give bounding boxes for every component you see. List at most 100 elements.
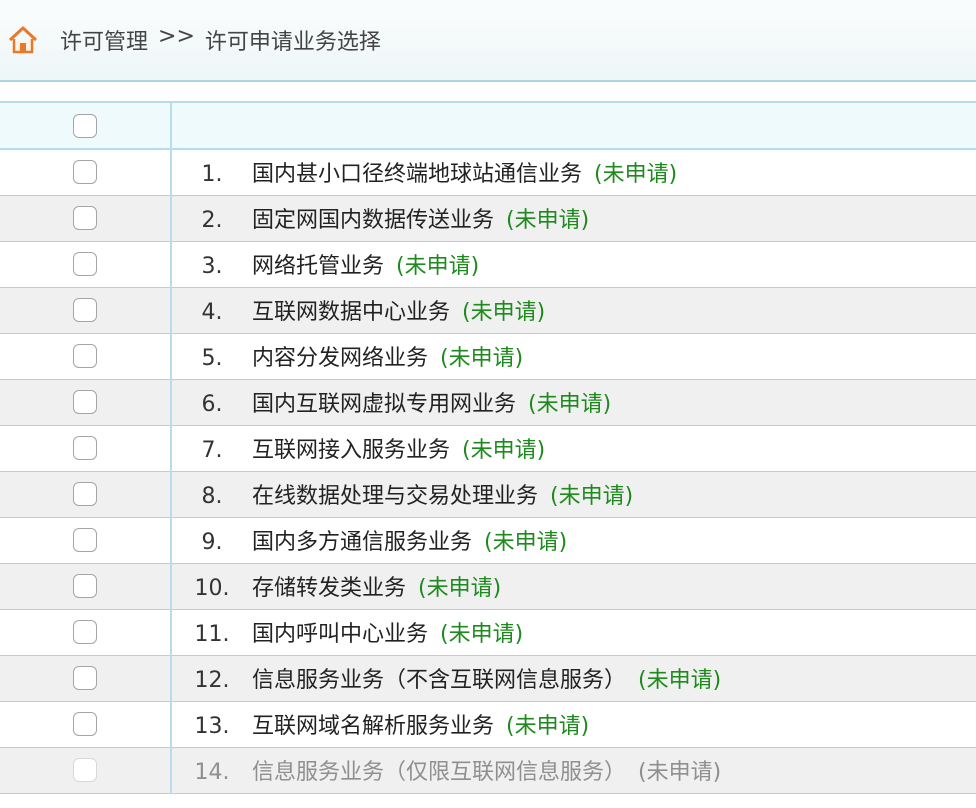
- business-name: 信息服务业务（不含互联网信息服务）: [252, 668, 627, 693]
- table-row: 8. 在线数据处理与交易处理业务 (未申请): [0, 471, 976, 517]
- table-row: 14. 信息服务业务（仅限互联网信息服务） (未申请): [0, 747, 976, 793]
- row-checkbox-cell: [0, 379, 172, 425]
- row-checkbox[interactable]: [73, 206, 97, 230]
- table-header-row: [0, 103, 976, 150]
- row-checkbox[interactable]: [73, 574, 97, 598]
- row-checkbox-cell: [0, 241, 172, 287]
- row-content-cell: 9. 国内多方通信服务业务 (未申请): [171, 517, 976, 563]
- table-row: 9. 国内多方通信服务业务 (未申请): [0, 517, 976, 563]
- row-checkbox[interactable]: [73, 620, 97, 644]
- table-row: 6. 国内互联网虚拟专用网业务 (未申请): [0, 379, 976, 425]
- row-checkbox[interactable]: [73, 390, 97, 414]
- row-number: 5.: [201, 346, 223, 371]
- breadcrumb-license-management[interactable]: 许可管理: [60, 24, 148, 56]
- row-checkbox-cell: [0, 425, 172, 471]
- page-header: 许可管理 >> 许可申请业务选择: [0, 0, 976, 82]
- business-name: 信息服务业务（仅限互联网信息服务）: [252, 760, 627, 785]
- row-checkbox[interactable]: [73, 482, 97, 506]
- row-checkbox[interactable]: [73, 298, 97, 322]
- row-checkbox-cell: [0, 471, 172, 517]
- application-status: (未申请): [638, 668, 722, 693]
- row-number: 4.: [201, 300, 223, 325]
- row-number: 2.: [201, 208, 223, 233]
- row-checkbox[interactable]: [73, 666, 97, 690]
- business-name: 互联网域名解析服务业务: [252, 714, 495, 739]
- row-checkbox-cell: [0, 747, 172, 793]
- row-checkbox[interactable]: [73, 160, 97, 185]
- table-row: 2. 固定网国内数据传送业务 (未申请): [0, 195, 976, 241]
- row-checkbox[interactable]: [73, 436, 97, 460]
- row-number: 3.: [201, 254, 223, 279]
- row-content-cell: 12. 信息服务业务（不含互联网信息服务） (未申请): [171, 655, 976, 701]
- home-icon[interactable]: [8, 26, 38, 54]
- row-content-cell: 6. 国内互联网虚拟专用网业务 (未申请): [171, 379, 976, 425]
- business-name: 网络托管业务: [252, 254, 385, 279]
- row-checkbox-cell: [0, 563, 172, 609]
- business-selection-table: 1. 国内甚小口径终端地球站通信业务 (未申请) 2. 固定网国内数据传送业务 (未申请)…: [0, 103, 976, 794]
- business-name: 内容分发网络业务: [252, 346, 429, 371]
- row-checkbox-cell: [0, 195, 172, 241]
- application-status: (未申请): [550, 484, 634, 509]
- table-row: 5. 内容分发网络业务 (未申请): [0, 333, 976, 379]
- business-name: 固定网国内数据传送业务: [252, 208, 495, 233]
- row-number: 8.: [201, 484, 223, 509]
- row-number: 7.: [201, 438, 223, 463]
- business-name: 国内呼叫中心业务: [252, 622, 429, 647]
- table-row: 1. 国内甚小口径终端地球站通信业务 (未申请): [0, 149, 976, 195]
- application-status: (未申请): [462, 300, 546, 325]
- table-row: 12. 信息服务业务（不含互联网信息服务） (未申请): [0, 655, 976, 701]
- header-empty-cell: [171, 103, 976, 150]
- business-name: 互联网接入服务业务: [252, 438, 451, 463]
- row-content-cell: 7. 互联网接入服务业务 (未申请): [171, 425, 976, 471]
- row-checkbox-cell: [0, 609, 172, 655]
- business-name: 互联网数据中心业务: [252, 300, 451, 325]
- business-name: 存储转发类业务: [252, 576, 407, 601]
- business-name: 在线数据处理与交易处理业务: [252, 484, 539, 509]
- row-checkbox-cell: [0, 701, 172, 747]
- row-number: 11.: [194, 622, 230, 647]
- row-content-cell: 8. 在线数据处理与交易处理业务 (未申请): [171, 471, 976, 517]
- application-status: (未申请): [462, 438, 546, 463]
- business-name: 国内多方通信服务业务: [252, 530, 473, 555]
- application-status: (未申请): [506, 714, 590, 739]
- table-row: 11. 国内呼叫中心业务 (未申请): [0, 609, 976, 655]
- table-row: 7. 互联网接入服务业务 (未申请): [0, 425, 976, 471]
- row-number: 1.: [201, 162, 223, 188]
- application-status: (未申请): [638, 760, 722, 785]
- row-checkbox[interactable]: [73, 252, 97, 276]
- breadcrumb-separator: >>: [158, 24, 195, 49]
- row-number: 10.: [194, 576, 230, 601]
- application-status: (未申请): [440, 346, 524, 371]
- table-body: 1. 国内甚小口径终端地球站通信业务 (未申请) 2. 固定网国内数据传送业务 (未申请)…: [0, 149, 976, 793]
- row-content-cell: 10. 存储转发类业务 (未申请): [171, 563, 976, 609]
- row-checkbox-cell: [0, 149, 172, 195]
- row-content-cell: 1. 国内甚小口径终端地球站通信业务 (未申请): [171, 149, 976, 195]
- row-checkbox-cell: [0, 287, 172, 333]
- row-checkbox[interactable]: [73, 344, 97, 368]
- table-row: 13. 互联网域名解析服务业务 (未申请): [0, 701, 976, 747]
- select-all-cell: [0, 103, 172, 150]
- row-number: 12.: [194, 668, 230, 693]
- select-all-checkbox[interactable]: [73, 113, 97, 138]
- row-checkbox[interactable]: [73, 528, 97, 552]
- row-content-cell: 14. 信息服务业务（仅限互联网信息服务） (未申请): [171, 747, 976, 793]
- row-content-cell: 3. 网络托管业务 (未申请): [171, 241, 976, 287]
- header-spacer: [0, 82, 976, 103]
- application-status: (未申请): [484, 530, 568, 555]
- row-checkbox-cell: [0, 333, 172, 379]
- row-checkbox-cell: [0, 655, 172, 701]
- breadcrumb-current-page: 许可申请业务选择: [204, 30, 381, 55]
- row-checkbox[interactable]: [73, 712, 97, 736]
- row-checkbox: [73, 758, 97, 782]
- row-content-cell: 2. 固定网国内数据传送业务 (未申请): [171, 195, 976, 241]
- row-number: 6.: [201, 392, 223, 417]
- row-checkbox-cell: [0, 517, 172, 563]
- application-status: (未申请): [506, 208, 590, 233]
- row-content-cell: 4. 互联网数据中心业务 (未申请): [171, 287, 976, 333]
- row-content-cell: 13. 互联网域名解析服务业务 (未申请): [171, 701, 976, 747]
- business-name: 国内互联网虚拟专用网业务: [252, 392, 517, 417]
- application-status: (未申请): [528, 392, 612, 417]
- breadcrumb: 许可管理 >> 许可申请业务选择: [60, 24, 381, 56]
- row-number: 13.: [194, 714, 230, 739]
- row-number: 9.: [201, 530, 223, 555]
